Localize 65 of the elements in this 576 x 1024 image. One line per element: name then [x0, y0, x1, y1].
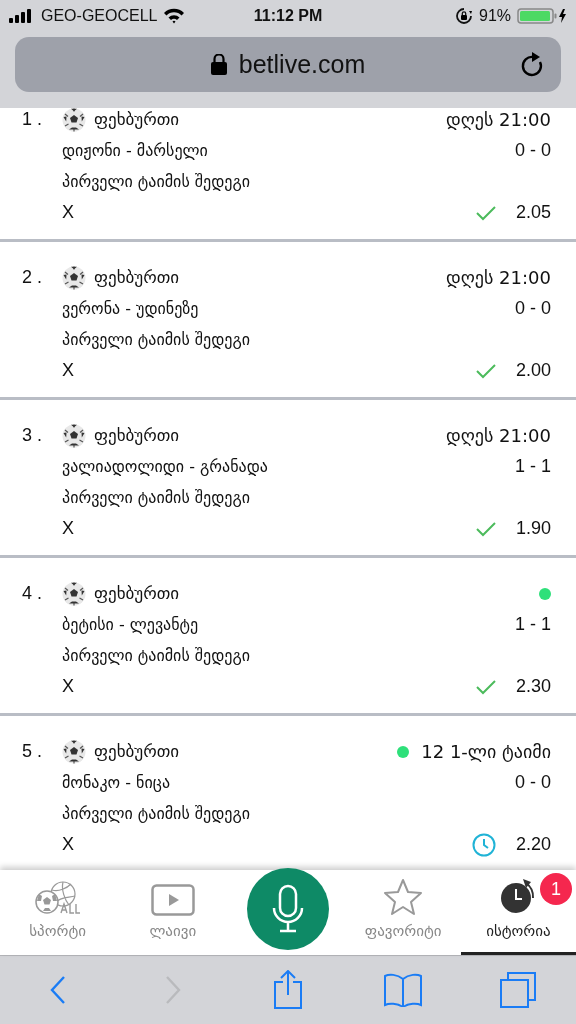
- match-teams: ბეტისი - ლევანტე: [62, 613, 199, 636]
- share-icon[interactable]: [273, 970, 303, 1010]
- bet-pick: X: [62, 833, 75, 856]
- tabs-icon[interactable]: [499, 971, 538, 1009]
- wifi-icon: [163, 8, 186, 24]
- market-name: პირველი ტაიმის შედეგი: [62, 486, 251, 509]
- notification-badge: 1: [540, 873, 572, 905]
- nav-tab[interactable]: ფავორიტი: [345, 870, 461, 955]
- match-time: დღეს 21:00: [446, 424, 551, 448]
- sport-name: ფეხბურთი: [94, 581, 181, 605]
- market-name: პირველი ტაიმის შედეგი: [62, 328, 251, 351]
- match-time: დღეს 21:00: [446, 108, 551, 132]
- battery-percent: 91%: [479, 6, 511, 26]
- soccer-ball-icon: [62, 739, 86, 764]
- soccer-ball-icon: [62, 423, 86, 448]
- sports-balls-icon: [34, 879, 81, 916]
- match-teams: დიჟონი - მარსელი: [62, 139, 208, 162]
- item-number: 2 .: [22, 266, 43, 289]
- nav-tab[interactable]: ლაივი: [115, 870, 231, 955]
- clock-time: 11:12 PM: [253, 6, 323, 26]
- bookmarks-icon[interactable]: [383, 973, 424, 1007]
- bet-pick: X: [62, 359, 75, 382]
- odds-value: 2.20: [515, 833, 551, 856]
- item-number: 4 .: [22, 582, 43, 605]
- match-teams: ვალიადოლიდი - გრანადა: [62, 455, 268, 478]
- battery-charging-icon: [517, 8, 567, 24]
- star-icon: [383, 877, 424, 916]
- match-score: 0 - 0: [514, 771, 551, 794]
- item-number: 1 .: [22, 108, 43, 131]
- match-score: 0 - 0: [514, 297, 551, 320]
- market-name: პირველი ტაიმის შედეგი: [62, 170, 251, 193]
- match-teams: ვერონა - უდინეზე: [62, 297, 199, 320]
- sport-name: ფეხბურთი: [94, 108, 181, 131]
- odds-value: 1.90: [515, 517, 551, 540]
- url-text[interactable]: betlive.com: [238, 45, 366, 84]
- nav-tab[interactable]: სპორტი: [0, 870, 116, 955]
- microphone-icon: [270, 884, 306, 934]
- lock-icon: [210, 54, 227, 75]
- soccer-ball-icon: [62, 581, 86, 606]
- sport-name: ფეხბურთი: [94, 265, 181, 289]
- odds-value: 2.00: [515, 359, 551, 382]
- item-number: 3 .: [22, 424, 43, 447]
- soccer-ball-icon: [62, 265, 86, 290]
- match-score: 1 - 1: [514, 455, 551, 478]
- item-number: 5 .: [22, 740, 43, 763]
- match-score: 1 - 1: [514, 613, 551, 636]
- sport-name: ფეხბურთი: [94, 739, 181, 763]
- video-play-icon: [150, 883, 195, 916]
- odds-value: 2.30: [515, 675, 551, 698]
- match-score: 0 - 0: [514, 139, 551, 162]
- odds-value: 2.05: [515, 201, 551, 224]
- bet-pick: X: [62, 517, 75, 540]
- carrier-name: GEO-GEOCELL: [41, 6, 158, 26]
- match-teams: მონაკო - ნიცა: [62, 771, 170, 794]
- market-name: პირველი ტაიმის შედეგი: [62, 802, 251, 825]
- reload-icon[interactable]: [521, 51, 545, 78]
- match-time: დღეს 21:00: [446, 266, 551, 290]
- soccer-ball-icon: [62, 108, 86, 132]
- back-icon[interactable]: [49, 975, 66, 1005]
- match-time: 12 1-ლი ტაიმი: [421, 740, 551, 764]
- bet-pick: X: [62, 675, 75, 698]
- bet-pick: X: [62, 201, 75, 224]
- market-name: პირველი ტაიმის შედეგი: [62, 644, 251, 667]
- rotation-lock-icon: [455, 7, 473, 25]
- sport-name: ფეხბურთი: [94, 423, 181, 447]
